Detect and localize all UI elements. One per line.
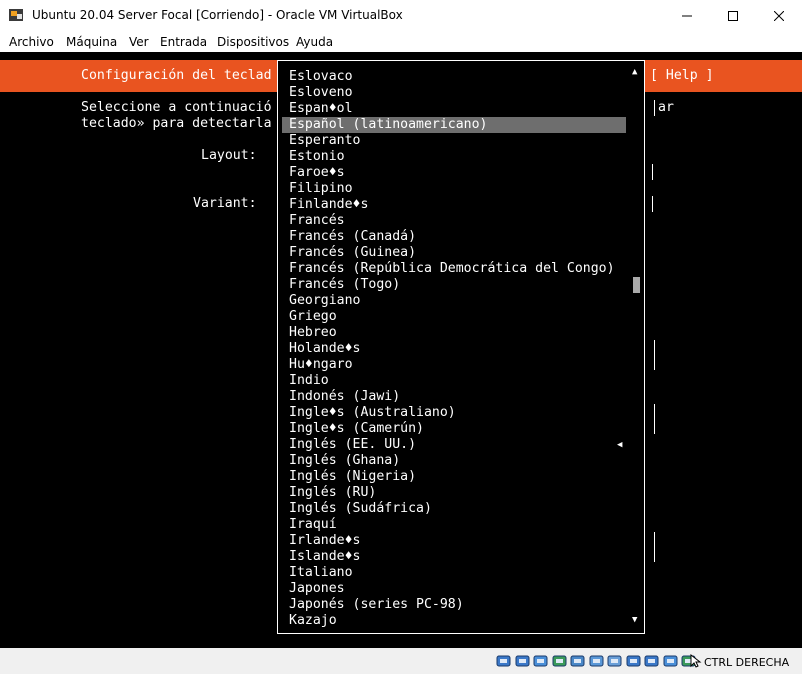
default-marker-icon: ◀ bbox=[617, 440, 623, 450]
layout-option[interactable]: Kazajo bbox=[289, 613, 337, 629]
maximize-button[interactable] bbox=[710, 0, 756, 31]
layout-option[interactable]: Inglés (EE. UU.) bbox=[289, 437, 416, 453]
layout-option[interactable]: Iraquí bbox=[289, 517, 337, 533]
instructions-line-1: Seleccione a continuació bbox=[81, 100, 272, 115]
help-button[interactable]: [ Help ] bbox=[650, 68, 714, 83]
layout-option[interactable]: Italiano bbox=[289, 565, 353, 581]
close-icon bbox=[774, 10, 784, 21]
usb-icon[interactable] bbox=[570, 654, 585, 668]
frame-line bbox=[654, 100, 655, 116]
layout-option[interactable]: Estonio bbox=[289, 149, 345, 165]
minimize-button[interactable] bbox=[664, 0, 710, 31]
frame-line bbox=[654, 340, 655, 370]
instructions-line-2: teclado» para detectarla bbox=[81, 116, 272, 131]
menu-dispositivos[interactable]: Dispositivos bbox=[217, 35, 289, 49]
instructions-right-fragment: ar bbox=[658, 100, 674, 115]
layout-option[interactable]: Filipino bbox=[289, 181, 353, 197]
mouse-integration-icon[interactable] bbox=[663, 654, 678, 668]
layout-option[interactable]: Francés bbox=[289, 213, 345, 229]
layout-option[interactable]: Inglés (Sudáfrica) bbox=[289, 501, 432, 517]
layout-option[interactable]: Irlande♦s bbox=[289, 533, 360, 549]
layout-option[interactable]: Islande♦s bbox=[289, 549, 360, 565]
vm-screen[interactable]: Configuración del teclad [ Help ] Selecc… bbox=[0, 52, 802, 648]
layout-option[interactable]: Inglés (Nigeria) bbox=[289, 469, 416, 485]
virtualbox-app-icon bbox=[9, 9, 23, 21]
shared-folders-icon[interactable] bbox=[589, 654, 604, 668]
layout-option[interactable]: Ingle♦s (Australiano) bbox=[289, 405, 456, 421]
layout-option[interactable]: Indonés (Jawi) bbox=[289, 389, 400, 405]
menu-archivo[interactable]: Archivo bbox=[9, 35, 54, 49]
layout-option[interactable]: Hebreo bbox=[289, 325, 337, 341]
minimize-icon bbox=[682, 15, 692, 16]
maximize-icon bbox=[728, 10, 738, 21]
layout-option[interactable]: Faroe♦s bbox=[289, 165, 345, 181]
layout-option[interactable]: Georgiano bbox=[289, 293, 360, 309]
menu-ayuda[interactable]: Ayuda bbox=[296, 35, 333, 49]
layout-option[interactable]: Eslovaco bbox=[289, 69, 353, 85]
video-capture-icon[interactable] bbox=[626, 654, 641, 668]
arrow-icon bbox=[690, 654, 702, 668]
layout-option[interactable]: Espan♦ol bbox=[289, 101, 353, 117]
layout-dropdown-list[interactable]: ▲ ▼ Eslovaco Esloveno Espan♦ol Español (lat… bbox=[277, 60, 645, 634]
layout-option[interactable]: Inglés (RU) bbox=[289, 485, 376, 501]
scroll-down-icon[interactable]: ▼ bbox=[632, 615, 637, 625]
menu-maquina[interactable]: Máquina bbox=[66, 35, 117, 49]
display-icon[interactable] bbox=[607, 654, 622, 668]
layout-option[interactable]: Francés (República Democrática del Congo… bbox=[289, 261, 615, 277]
frame-line bbox=[654, 404, 655, 434]
layout-option[interactable]: Finlande♦s bbox=[289, 197, 368, 213]
layout-option[interactable]: Inglés (Ghana) bbox=[289, 453, 400, 469]
window-titlebar: Ubuntu 20.04 Server Focal [Corriendo] - … bbox=[0, 0, 802, 31]
layout-option[interactable]: Francés (Togo) bbox=[289, 277, 400, 293]
layout-option[interactable]: Francés (Guinea) bbox=[289, 245, 416, 261]
menu-bar: Archivo Máquina Ver Entrada Dispositivos… bbox=[0, 31, 802, 52]
menu-entrada[interactable]: Entrada bbox=[160, 35, 207, 49]
scrollbar-thumb[interactable] bbox=[633, 277, 640, 293]
installer-header-title: Configuración del teclad bbox=[81, 68, 272, 83]
frame-line bbox=[654, 532, 655, 562]
layout-option[interactable]: Japones bbox=[289, 581, 345, 597]
layout-option[interactable]: Indio bbox=[289, 373, 329, 389]
close-button[interactable] bbox=[756, 0, 802, 31]
layout-option[interactable]: Japonés (series PC-98) bbox=[289, 597, 464, 613]
layout-option[interactable]: Español (latinoamericano) bbox=[282, 117, 626, 133]
layout-option[interactable]: Griego bbox=[289, 309, 337, 325]
menu-ver[interactable]: Ver bbox=[129, 35, 149, 49]
layout-option[interactable]: Francés (Canadá) bbox=[289, 229, 416, 245]
variant-label: Variant: bbox=[193, 196, 257, 211]
optical-drive-icon[interactable] bbox=[515, 654, 530, 668]
scroll-up-icon[interactable]: ▲ bbox=[632, 67, 637, 77]
layout-field-edge bbox=[652, 164, 653, 180]
variant-field-edge bbox=[652, 196, 653, 212]
status-bar: CTRL DERECHA bbox=[0, 648, 802, 674]
layout-label: Layout: bbox=[201, 148, 257, 163]
cpu-icon[interactable] bbox=[644, 654, 659, 668]
layout-option[interactable]: Esperanto bbox=[289, 133, 360, 149]
layout-option[interactable]: Esloveno bbox=[289, 85, 353, 101]
network-icon[interactable] bbox=[552, 654, 567, 668]
layout-option[interactable]: Holande♦s bbox=[289, 341, 360, 357]
layout-option[interactable]: Hu♦ngaro bbox=[289, 357, 353, 373]
layout-option[interactable]: Ingle♦s (Camerún) bbox=[289, 421, 424, 437]
audio-icon[interactable] bbox=[533, 654, 548, 668]
host-key-label: CTRL DERECHA bbox=[704, 656, 790, 669]
window-title: Ubuntu 20.04 Server Focal [Corriendo] - … bbox=[32, 8, 403, 22]
hard-disk-icon[interactable] bbox=[496, 654, 511, 668]
